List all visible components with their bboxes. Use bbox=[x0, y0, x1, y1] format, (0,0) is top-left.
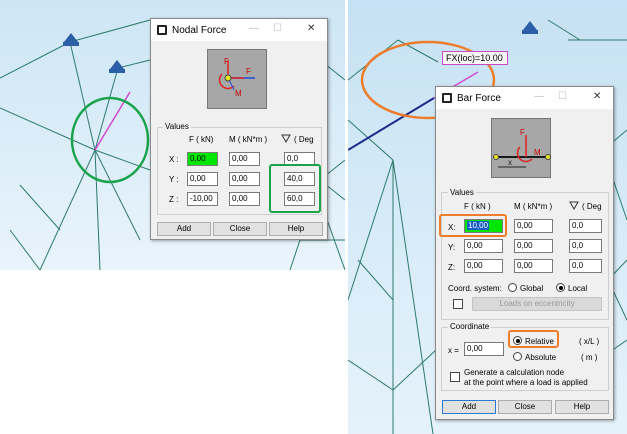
row-label-y: Y : bbox=[169, 175, 179, 184]
col-force-header: F ( kN ) bbox=[464, 202, 491, 211]
force-z-input[interactable]: 0,00 bbox=[464, 259, 503, 273]
col-moment-header: M ( kN*m ) bbox=[514, 202, 553, 211]
col-angle-header: ( Deg bbox=[582, 202, 602, 211]
force-y-input[interactable]: 0,00 bbox=[187, 172, 218, 186]
left-model-viewport[interactable]: Nodal Force — ☐ ✕ F F M Values F ( kN) M… bbox=[0, 0, 345, 270]
absolute-radio[interactable] bbox=[513, 352, 522, 361]
angle-x-input[interactable]: 0,0 bbox=[569, 219, 602, 233]
col-angle-header: ( Deg bbox=[294, 135, 314, 144]
close-icon[interactable]: ✕ bbox=[307, 23, 315, 35]
moment-y-input[interactable]: 0,00 bbox=[514, 239, 553, 253]
bar-force-dialog: Bar Force — ☐ ✕ F M x Values F ( kN ) M … bbox=[435, 86, 614, 420]
svg-text:M: M bbox=[534, 148, 541, 157]
help-button[interactable]: Help bbox=[555, 400, 609, 414]
bar-diagram-icon: F M x bbox=[493, 128, 551, 168]
support-icon bbox=[522, 21, 538, 34]
values-label: Values bbox=[163, 122, 191, 131]
moment-x-input[interactable]: 0,00 bbox=[229, 152, 260, 166]
dialog-title: Nodal Force bbox=[172, 25, 227, 36]
moment-z-input[interactable]: 0,00 bbox=[229, 192, 260, 206]
row-label-y: Y: bbox=[448, 243, 456, 252]
calc-node-line1: Generate a calculation node bbox=[464, 368, 565, 377]
force-z-input[interactable]: -10,00 bbox=[187, 192, 218, 206]
maximize-icon[interactable]: ☐ bbox=[558, 91, 567, 103]
svg-text:F: F bbox=[246, 67, 251, 76]
loads-on-eccentricity-button[interactable]: Loads on eccentricity bbox=[472, 297, 602, 311]
relative-highlight bbox=[508, 330, 559, 348]
coord-global-radio[interactable] bbox=[508, 283, 517, 292]
bar-force-value-label: FX(loc)=10.00 bbox=[442, 51, 508, 65]
x-position-input[interactable]: 0,00 bbox=[464, 342, 504, 356]
svg-text:M: M bbox=[235, 89, 242, 98]
relative-unit: ( x/L ) bbox=[579, 337, 600, 346]
force-x-input[interactable]: 0,00 bbox=[187, 152, 218, 166]
row-label-x: X : bbox=[169, 155, 179, 164]
help-button[interactable]: Help bbox=[269, 222, 323, 236]
row-label-z: Z: bbox=[448, 263, 456, 272]
force-y-input[interactable]: 0,00 bbox=[464, 239, 503, 253]
values-label: Values bbox=[448, 188, 476, 197]
angle-y-input[interactable]: 0,0 bbox=[569, 239, 602, 253]
title-bar[interactable]: Nodal Force — ☐ ✕ bbox=[151, 19, 327, 41]
moment-z-input[interactable]: 0,00 bbox=[514, 259, 553, 273]
coord-local-label: Local bbox=[568, 284, 588, 293]
app-window-icon bbox=[157, 25, 167, 35]
nodal-force-preview: F F M bbox=[207, 49, 267, 109]
add-button[interactable]: Add bbox=[157, 222, 211, 236]
coord-local-radio[interactable] bbox=[556, 283, 565, 292]
calculation-node-checkbox[interactable] bbox=[450, 372, 460, 382]
app-window-icon bbox=[442, 93, 452, 103]
svg-text:F: F bbox=[520, 128, 525, 137]
close-button[interactable]: Close bbox=[213, 222, 267, 236]
title-bar[interactable]: Bar Force — ☐ ✕ bbox=[436, 87, 613, 109]
angle-z-input[interactable]: 0,0 bbox=[569, 259, 602, 273]
blank-area bbox=[0, 270, 348, 434]
force-x-highlight bbox=[439, 214, 507, 237]
maximize-icon[interactable]: ☐ bbox=[273, 23, 282, 35]
absolute-unit: ( m ) bbox=[581, 353, 598, 362]
calc-node-line2: at the point where a load is applied bbox=[464, 378, 588, 387]
angle-highlight bbox=[269, 164, 321, 213]
col-force-header: F ( kN) bbox=[189, 135, 214, 144]
moment-x-input[interactable]: 0,00 bbox=[514, 219, 553, 233]
svg-text:F: F bbox=[224, 57, 229, 66]
coord-system-label: Coord. system: bbox=[448, 284, 502, 293]
row-label-z: Z : bbox=[169, 195, 179, 204]
absolute-label: Absolute bbox=[525, 353, 557, 362]
add-button[interactable]: Add bbox=[442, 400, 496, 414]
nodal-force-dialog: Nodal Force — ☐ ✕ F F M Values F ( kN) M… bbox=[150, 18, 328, 240]
eccentricity-checkbox[interactable] bbox=[453, 299, 463, 309]
dialog-title: Bar Force bbox=[457, 93, 501, 104]
col-moment-header: M ( kN*m ) bbox=[229, 135, 268, 144]
angle-icon bbox=[281, 134, 291, 143]
coord-global-label: Global bbox=[520, 284, 544, 293]
bar-force-preview: F M x bbox=[491, 118, 551, 178]
minimize-icon[interactable]: — bbox=[534, 91, 544, 103]
x-label: x = bbox=[448, 346, 459, 355]
force-diagram-icon: F F M bbox=[218, 57, 255, 98]
close-button[interactable]: Close bbox=[498, 400, 552, 414]
coordinate-label: Coordinate bbox=[448, 322, 492, 331]
svg-text:x: x bbox=[508, 158, 512, 167]
close-icon[interactable]: ✕ bbox=[593, 91, 601, 103]
moment-y-input[interactable]: 0,00 bbox=[229, 172, 260, 186]
angle-icon bbox=[569, 201, 579, 210]
minimize-icon[interactable]: — bbox=[249, 23, 259, 35]
